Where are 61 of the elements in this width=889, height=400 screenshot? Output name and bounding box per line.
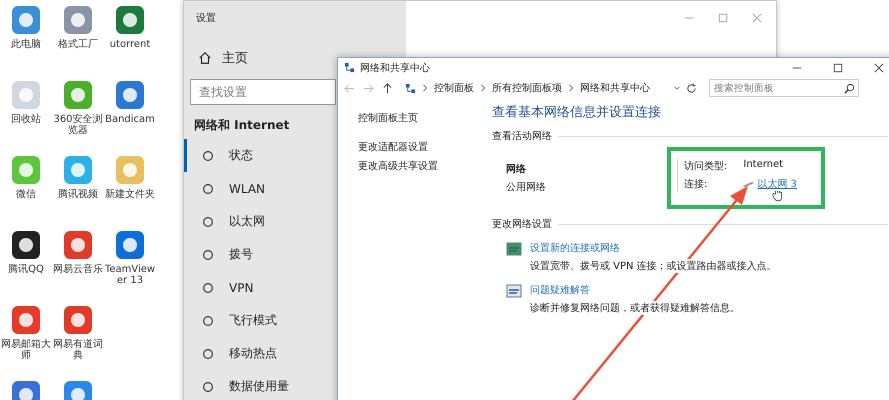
desktop-icon-label[interactable]: utorrent <box>104 39 156 50</box>
desktop-icon-label[interactable]: 腾讯视频 <box>52 189 104 200</box>
nav-item[interactable]: 飞行模式 <box>184 304 334 337</box>
field-value: Internet <box>743 159 784 172</box>
section-title: 更改网络设置 <box>492 218 552 231</box>
connection-link[interactable]: 以太网 3 <box>757 177 797 191</box>
close-icon[interactable] <box>874 62 884 72</box>
address-bar[interactable]: 控制面板 所有控制面板项 网络和共享中心 <box>401 79 701 97</box>
desktop-icon-label[interactable]: 此电脑 <box>0 39 52 50</box>
network-setup-icon <box>506 241 522 257</box>
nav-item[interactable]: VPN <box>184 271 334 304</box>
maximize-icon[interactable] <box>833 62 843 72</box>
desktop-icon-label[interactable]: 360安全浏览器 <box>52 114 104 136</box>
sidebar-link[interactable]: 控制面板主页 <box>358 111 488 125</box>
field-label: 访问类型: <box>684 160 728 173</box>
nav-item[interactable]: WLAN <box>184 172 334 205</box>
breadcrumb-item[interactable]: 控制面板 <box>434 81 474 95</box>
chevron-icon <box>568 84 574 92</box>
breadcrumb-item[interactable]: 网络和共享中心 <box>580 81 650 95</box>
sidebar-link[interactable]: 更改适配器设置 <box>358 140 488 154</box>
desktop-icon-label[interactable]: 格式工厂 <box>52 39 104 50</box>
field-label: 连接: <box>684 178 708 191</box>
desktop-icon-label[interactable]: 腾讯QQ <box>0 264 52 275</box>
refresh-icon[interactable] <box>686 82 697 94</box>
up-arrow-icon[interactable] <box>382 82 393 94</box>
network-name: 网络 <box>506 162 527 176</box>
dropdown-icon[interactable] <box>674 84 680 92</box>
window-title: 设置 <box>195 12 216 26</box>
desktop-icon-label[interactable]: TeamViewer 13 <box>104 264 156 286</box>
breadcrumb-item[interactable]: 所有控制面板项 <box>492 81 562 95</box>
network-icon <box>344 62 355 73</box>
nav-item[interactable]: 移动热点 <box>184 337 334 370</box>
desktop-icon-label[interactable]: 网易邮箱大师 <box>0 339 52 361</box>
search-field[interactable]: 查找设置 <box>190 79 336 105</box>
search-field[interactable]: 搜索控制面板 <box>709 79 859 97</box>
nav-item[interactable]: 数据使用量 <box>184 370 334 400</box>
section-title: 网络和 Internet <box>193 117 290 134</box>
home-icon <box>198 51 212 65</box>
task-link[interactable]: 设置新的连接或网络 <box>530 241 777 255</box>
desktop-icon-label[interactable]: 网易有道词典 <box>52 339 104 361</box>
section-title: 查看活动网络 <box>492 130 552 143</box>
chevron-icon <box>422 84 428 92</box>
network-type: 公用网络 <box>506 181 547 194</box>
network-icon <box>405 82 416 94</box>
cable-icon <box>743 180 754 188</box>
sidebar-link[interactable]: 更改高级共享设置 <box>358 159 488 173</box>
desktop-icon-label[interactable]: Bandicam <box>104 114 156 125</box>
troubleshoot-icon <box>506 283 522 299</box>
nav-item[interactable]: 以太网 <box>184 205 334 238</box>
chevron-icon <box>480 84 486 92</box>
home-link[interactable]: 主页 <box>222 49 248 67</box>
desktop-icon-label[interactable]: 微信 <box>0 189 52 200</box>
nav-item[interactable]: 拨号 <box>184 238 334 271</box>
window-title: 网络和共享中心 <box>360 62 430 74</box>
search-icon <box>844 82 855 94</box>
desktop-icon-label[interactable]: 回收站 <box>0 114 52 125</box>
task-link[interactable]: 问题疑难解答 <box>530 283 740 297</box>
nav-item[interactable]: 状态 <box>184 139 334 172</box>
desktop-icon-label[interactable]: 新建文件夹 <box>104 189 156 200</box>
page-heading: 查看基本网络信息并设置连接 <box>492 104 662 121</box>
desktop-icon-label[interactable]: 网易云音乐 <box>52 264 104 275</box>
